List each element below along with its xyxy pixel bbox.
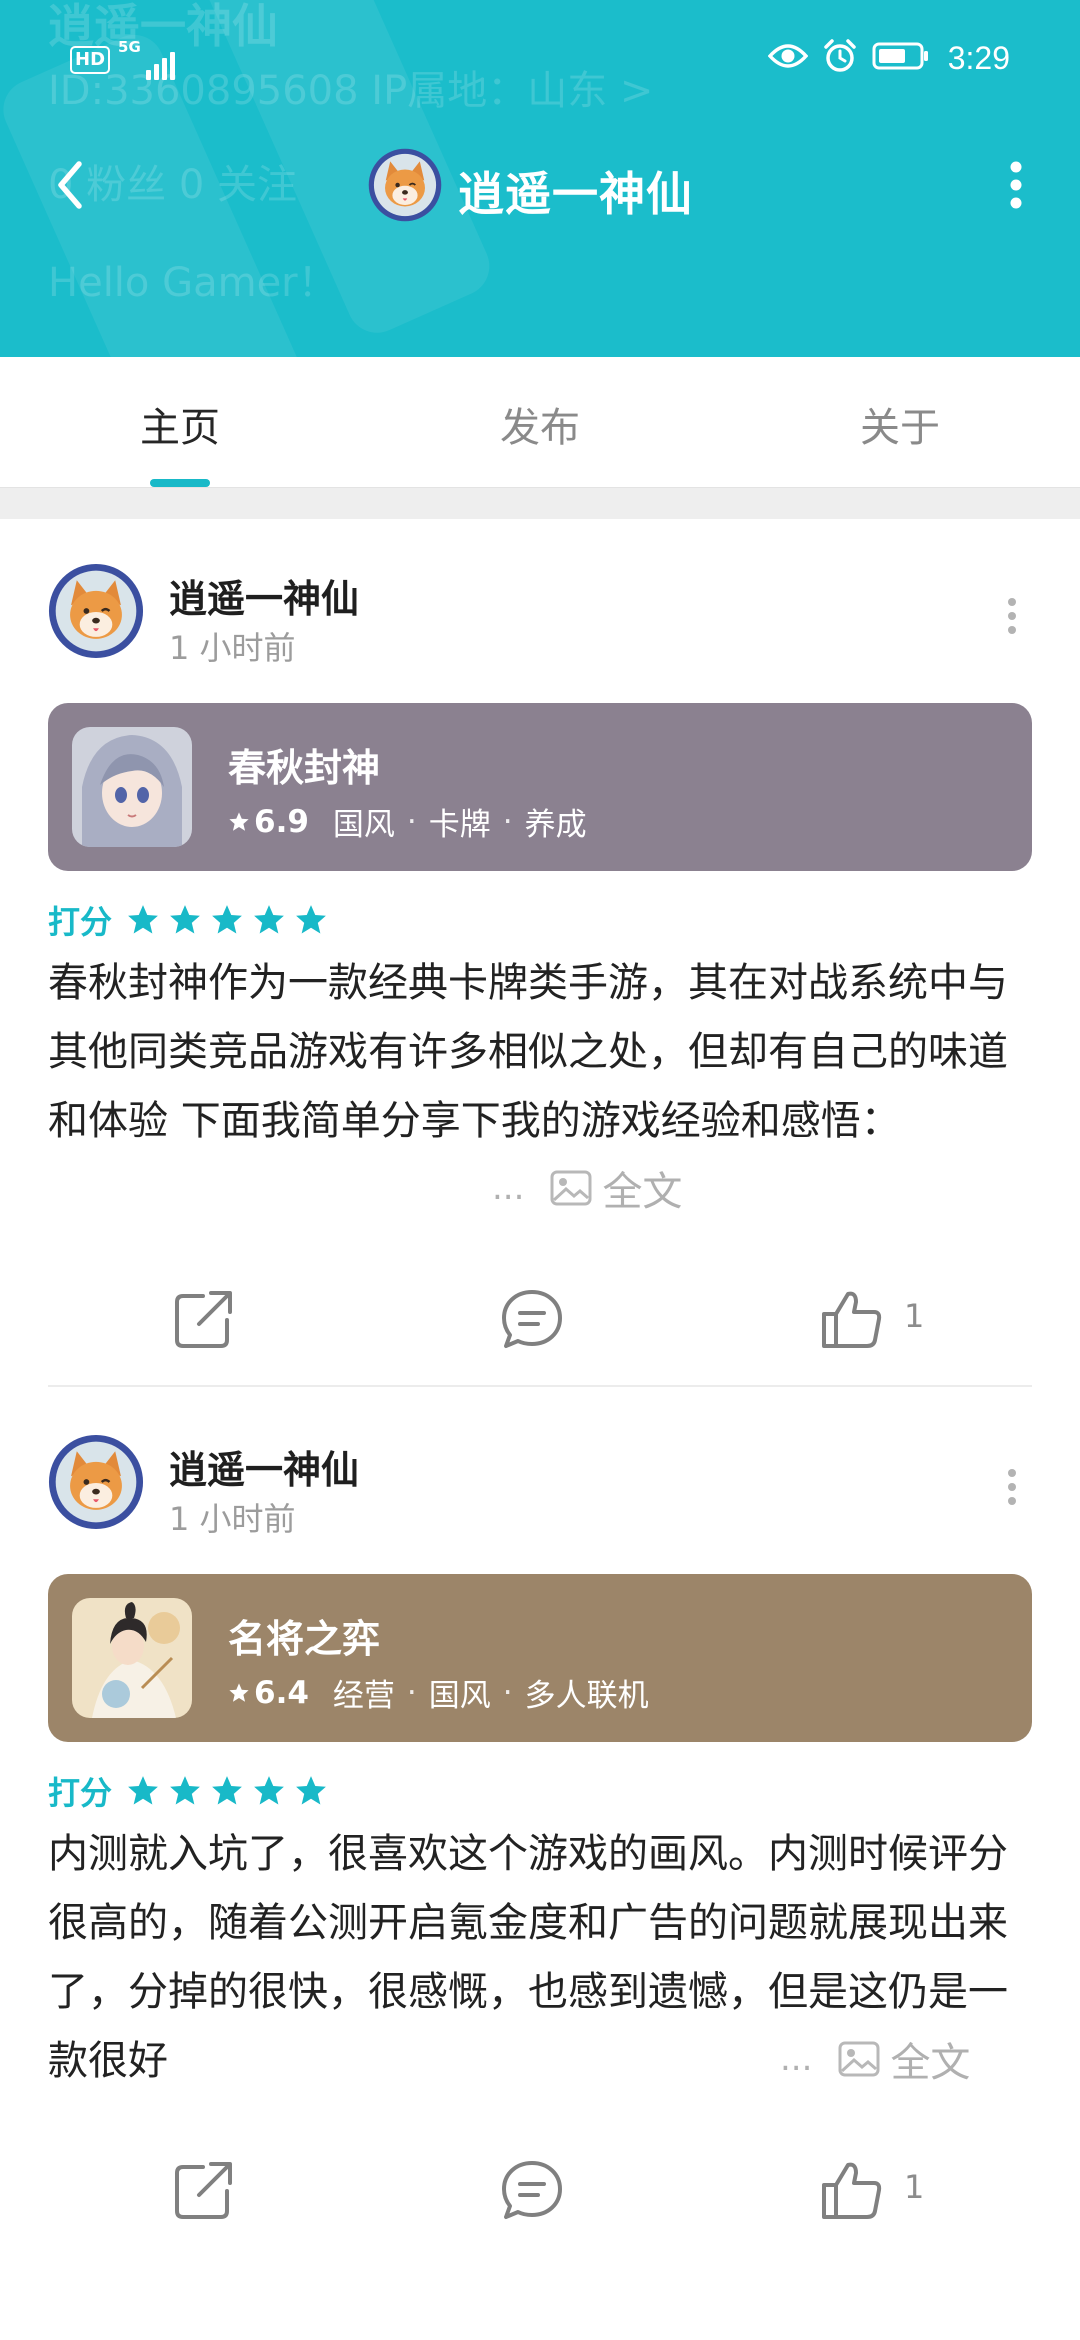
post-actions: 1 <box>0 2140 1080 2240</box>
author-avatar[interactable] <box>48 563 144 659</box>
full-text-link[interactable]: 全文 <box>602 1159 682 1217</box>
cellular-signal-icon: 5G <box>116 38 176 80</box>
vertical-dots-icon <box>1010 161 1022 209</box>
share-button[interactable] <box>164 2154 244 2226</box>
post-more-button[interactable] <box>992 591 1032 641</box>
star-icon <box>296 905 326 934</box>
star-icon <box>296 1776 326 1805</box>
like-button[interactable] <box>812 1283 892 1355</box>
hd-badge: HD <box>70 46 111 74</box>
game-tag: 多人联机 <box>524 1678 649 1714</box>
game-tag: 卡牌 <box>428 807 491 843</box>
profile-header: 逍遥一神仙 ID:3360895608 IP属地：山东 > 0 粉丝 0 关注 … <box>0 0 1080 357</box>
share-icon <box>175 2162 232 2219</box>
post-divider <box>48 1385 1032 1387</box>
alarm-icon <box>822 38 858 78</box>
post-actions: 1 <box>0 1269 1080 1369</box>
rating-label: 打分 <box>48 1774 113 1812</box>
comment-button[interactable] <box>492 2154 572 2226</box>
status-bar: HD 5G 3:29 <box>0 34 1080 92</box>
comment-button[interactable] <box>492 1283 572 1355</box>
back-arrow-icon <box>58 161 82 209</box>
author-name[interactable]: 逍遥一神仙 <box>169 1439 359 1494</box>
post-time: 1 小时前 <box>169 1500 296 1538</box>
tab-home[interactable]: 主页 <box>80 395 280 453</box>
game-tag: 国风 <box>332 807 395 843</box>
game-icon <box>72 1598 192 1718</box>
active-tab-indicator <box>150 479 210 487</box>
like-count: 1 <box>904 2168 925 2206</box>
more-options-button[interactable] <box>986 150 1046 220</box>
truncation-ellipsis: ... <box>780 2039 813 2079</box>
author-name[interactable]: 逍遥一神仙 <box>169 568 359 623</box>
rating-row: 打分 <box>48 897 328 943</box>
game-icon <box>72 727 192 847</box>
thumbs-up-icon <box>822 1291 882 1348</box>
game-tag: 经营 <box>332 1678 395 1714</box>
rating-row: 打分 <box>48 1768 328 1814</box>
back-button[interactable] <box>40 150 100 220</box>
vertical-dots-icon <box>1008 598 1016 634</box>
image-icon <box>550 1170 592 1206</box>
share-button[interactable] <box>164 1283 244 1355</box>
thumbs-up-icon <box>822 2162 882 2219</box>
star-icon <box>212 1776 242 1805</box>
like-button[interactable] <box>812 2154 892 2226</box>
nav-avatar[interactable] <box>368 148 442 222</box>
like-count: 1 <box>904 1297 925 1335</box>
section-divider <box>0 487 1080 519</box>
image-icon <box>838 2041 880 2077</box>
game-name: 名将之弈 <box>228 1617 381 1661</box>
full-text-link[interactable]: 全文 <box>890 2030 970 2088</box>
game-name: 春秋封神 <box>228 746 381 790</box>
expand-full-text[interactable]: ... 全文 <box>492 1159 682 1217</box>
game-card[interactable]: 春秋封神 6.9 国风 · 卡牌 · 养成 <box>48 703 1032 871</box>
rating-stars <box>126 903 328 937</box>
network-type: 5G <box>118 38 141 56</box>
post-time: 1 小时前 <box>169 629 296 667</box>
vertical-dots-icon <box>1008 1469 1016 1505</box>
tab-about[interactable]: 关于 <box>800 395 1000 453</box>
clock-time: 3:29 <box>947 39 1010 76</box>
star-icon <box>128 905 158 934</box>
page-title: 逍遥一神仙 <box>458 167 693 221</box>
truncation-ellipsis: ... <box>492 1168 525 1208</box>
post-author: 逍遥一神仙 1 小时前 <box>48 1434 1032 1538</box>
star-icon <box>254 905 284 934</box>
star-icon <box>212 905 242 934</box>
game-card[interactable]: 名将之弈 6.4 经营 · 国风 · 多人联机 <box>48 1574 1032 1742</box>
star-icon <box>170 905 200 934</box>
game-tag: 养成 <box>524 807 587 843</box>
game-tag: 国风 <box>428 1678 491 1714</box>
faded-profile-bio: Hello Gamer！ <box>48 260 338 306</box>
author-avatar[interactable] <box>48 1434 144 1530</box>
game-meta: 6.4 经营 · 国风 · 多人联机 <box>228 1670 649 1715</box>
game-score: 6.4 <box>254 1674 309 1711</box>
game-score: 6.9 <box>254 803 309 840</box>
profile-tabs: 主页 发布 关于 <box>0 357 1080 487</box>
star-icon <box>170 1776 200 1805</box>
post-author: 逍遥一神仙 1 小时前 <box>48 563 1032 667</box>
battery-icon <box>872 41 930 75</box>
rating-label: 打分 <box>48 903 113 941</box>
rating-stars <box>126 1774 328 1808</box>
comment-icon <box>502 1290 562 1348</box>
tab-posts[interactable]: 发布 <box>440 395 640 453</box>
navigation-bar: 逍遥一神仙 <box>0 140 1080 230</box>
post-more-button[interactable] <box>992 1462 1032 1512</box>
star-icon <box>128 1776 158 1805</box>
game-meta: 6.9 国风 · 卡牌 · 养成 <box>228 799 587 844</box>
comment-icon <box>502 2161 562 2219</box>
eye-comfort-icon <box>767 42 809 74</box>
star-icon <box>229 1682 249 1702</box>
star-icon <box>229 811 249 831</box>
share-icon <box>175 1291 232 1348</box>
expand-full-text[interactable]: ... 全文 <box>780 2030 970 2088</box>
star-icon <box>254 1776 284 1805</box>
